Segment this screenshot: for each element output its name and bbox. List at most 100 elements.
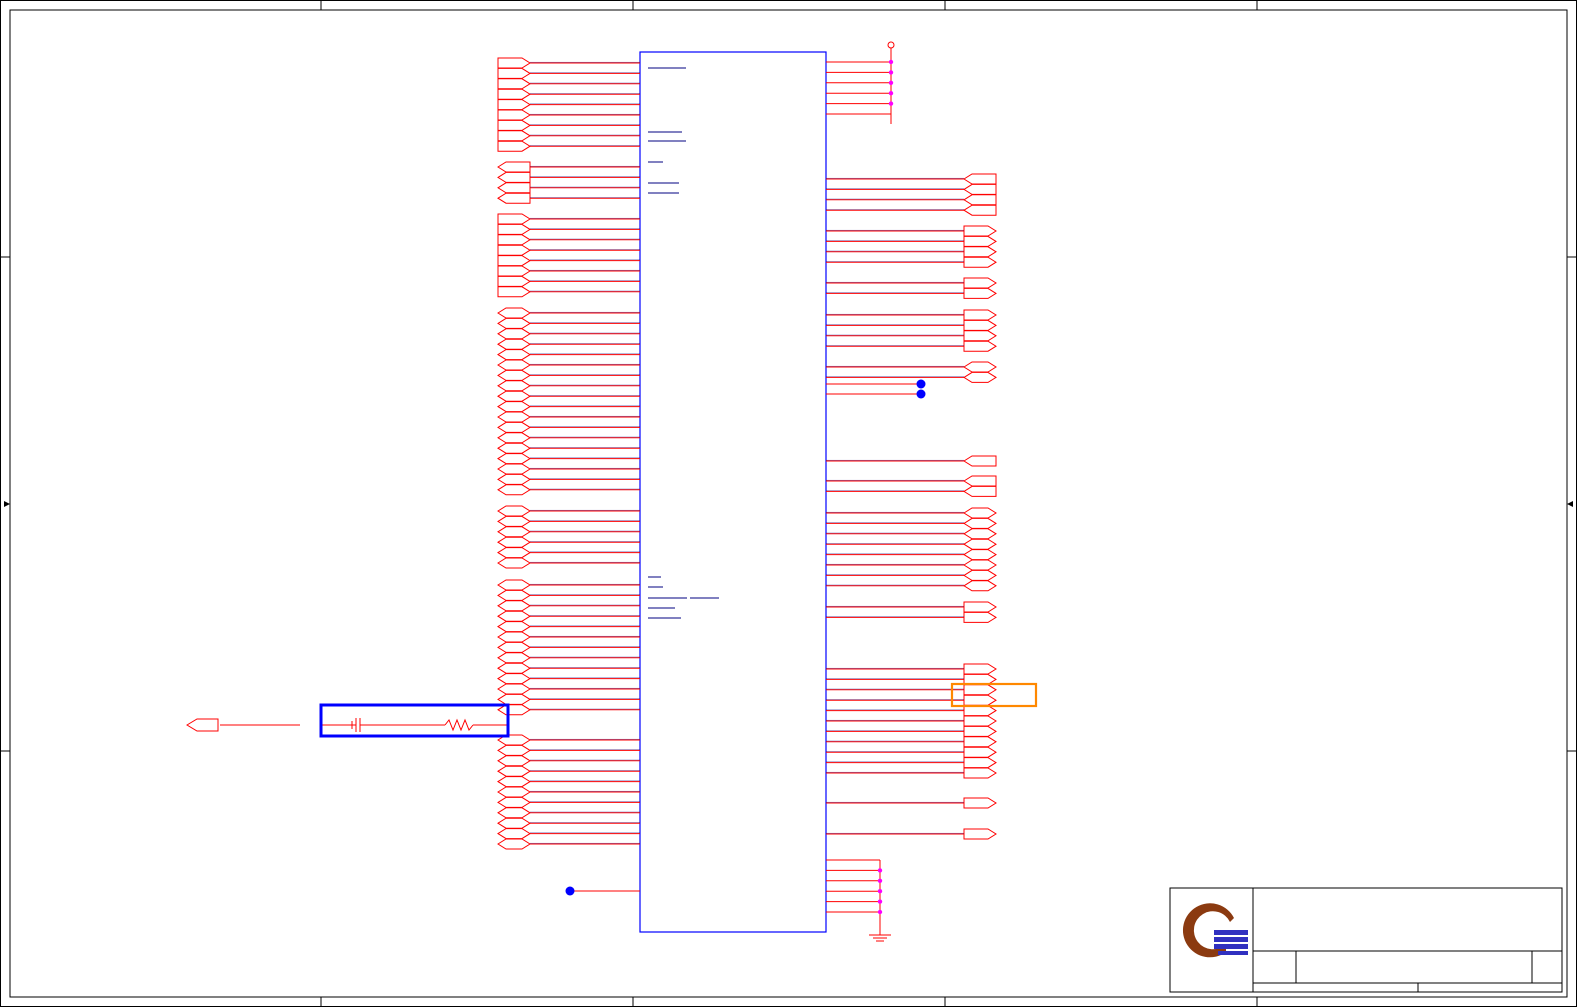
port-connector[interactable] (497, 662, 531, 674)
port-connector[interactable] (497, 380, 531, 392)
port-connector[interactable] (497, 673, 531, 685)
port-connector[interactable] (963, 715, 997, 727)
port-connector[interactable] (963, 246, 997, 258)
port-connector[interactable] (497, 610, 531, 622)
ground-icon[interactable] (869, 934, 891, 942)
off-page-connector-left[interactable] (186, 718, 219, 732)
port-connector[interactable] (963, 736, 997, 748)
port-connector[interactable] (497, 265, 531, 277)
port-connector[interactable] (497, 557, 531, 569)
port-connector[interactable] (963, 694, 997, 706)
port-connector[interactable] (497, 796, 531, 808)
port-connector[interactable] (497, 140, 531, 152)
port-connector[interactable] (963, 538, 997, 550)
port-connector[interactable] (497, 359, 531, 371)
port-connector[interactable] (963, 277, 997, 289)
port-connector[interactable] (497, 683, 531, 695)
port-connector[interactable] (497, 838, 531, 850)
port-connector[interactable] (497, 776, 531, 788)
port-connector[interactable] (963, 507, 997, 519)
port-connector[interactable] (497, 484, 531, 496)
port-connector[interactable] (963, 455, 997, 467)
port-connector[interactable] (963, 256, 997, 268)
port-connector[interactable] (497, 453, 531, 465)
port-connector[interactable] (497, 473, 531, 485)
port-connector[interactable] (497, 442, 531, 454)
port-connector[interactable] (497, 369, 531, 381)
port-connector[interactable] (497, 234, 531, 246)
port-connector[interactable] (963, 569, 997, 581)
port-connector[interactable] (497, 109, 531, 121)
port-connector[interactable] (497, 652, 531, 664)
selected-rc-part[interactable] (220, 703, 510, 738)
port-connector[interactable] (497, 631, 531, 643)
port-connector[interactable] (963, 601, 997, 613)
port-connector[interactable] (963, 183, 997, 195)
port-connector[interactable] (963, 757, 997, 769)
port-connector[interactable] (497, 161, 531, 173)
port-connector[interactable] (963, 361, 997, 373)
port-connector[interactable] (497, 119, 531, 131)
port-connector[interactable] (963, 194, 997, 206)
port-connector[interactable] (963, 371, 997, 383)
port-connector[interactable] (497, 171, 531, 183)
port-connector[interactable] (497, 328, 531, 340)
port-connector[interactable] (963, 528, 997, 540)
main-ic-body[interactable] (639, 51, 827, 933)
port-connector[interactable] (497, 621, 531, 633)
port-connector[interactable] (497, 589, 531, 601)
port-connector[interactable] (963, 340, 997, 352)
port-connector[interactable] (497, 244, 531, 256)
port-connector[interactable] (963, 797, 997, 809)
port-connector[interactable] (963, 225, 997, 237)
port-connector[interactable] (963, 828, 997, 840)
port-connector[interactable] (963, 663, 997, 675)
port-connector[interactable] (497, 421, 531, 433)
port-connector[interactable] (497, 536, 531, 548)
port-connector[interactable] (497, 693, 531, 705)
port-connector[interactable] (497, 307, 531, 319)
port-connector[interactable] (963, 580, 997, 592)
port-connector[interactable] (963, 173, 997, 185)
port-connector[interactable] (497, 744, 531, 756)
port-connector[interactable] (497, 286, 531, 298)
port-connector[interactable] (497, 338, 531, 350)
port-connector[interactable] (963, 485, 997, 497)
power-icon[interactable] (887, 41, 895, 49)
port-connector[interactable] (497, 57, 531, 69)
port-connector[interactable] (497, 213, 531, 225)
port-connector[interactable] (497, 67, 531, 79)
port-connector[interactable] (497, 765, 531, 777)
port-connector[interactable] (497, 390, 531, 402)
port-connector[interactable] (963, 319, 997, 331)
port-connector[interactable] (497, 547, 531, 559)
port-connector[interactable] (963, 684, 997, 696)
port-connector[interactable] (963, 559, 997, 571)
port-connector[interactable] (963, 725, 997, 737)
port-connector[interactable] (497, 401, 531, 413)
port-connector[interactable] (497, 317, 531, 329)
port-connector[interactable] (497, 192, 531, 204)
port-connector[interactable] (497, 78, 531, 90)
port-connector[interactable] (497, 411, 531, 423)
port-connector[interactable] (963, 746, 997, 758)
port-connector[interactable] (963, 549, 997, 561)
port-connector[interactable] (497, 755, 531, 767)
port-connector[interactable] (497, 463, 531, 475)
no-connect-dot[interactable] (565, 886, 575, 896)
port-connector[interactable] (963, 767, 997, 779)
port-connector[interactable] (497, 255, 531, 267)
port-connector[interactable] (497, 579, 531, 591)
port-connector[interactable] (963, 611, 997, 623)
port-connector[interactable] (497, 275, 531, 287)
port-connector[interactable] (497, 786, 531, 798)
port-connector[interactable] (497, 828, 531, 840)
port-connector[interactable] (963, 287, 997, 299)
port-connector[interactable] (963, 204, 997, 216)
port-connector[interactable] (497, 641, 531, 653)
port-connector[interactable] (963, 235, 997, 247)
port-connector[interactable] (963, 330, 997, 342)
port-connector[interactable] (497, 600, 531, 612)
port-connector[interactable] (497, 99, 531, 111)
port-connector[interactable] (497, 130, 531, 142)
